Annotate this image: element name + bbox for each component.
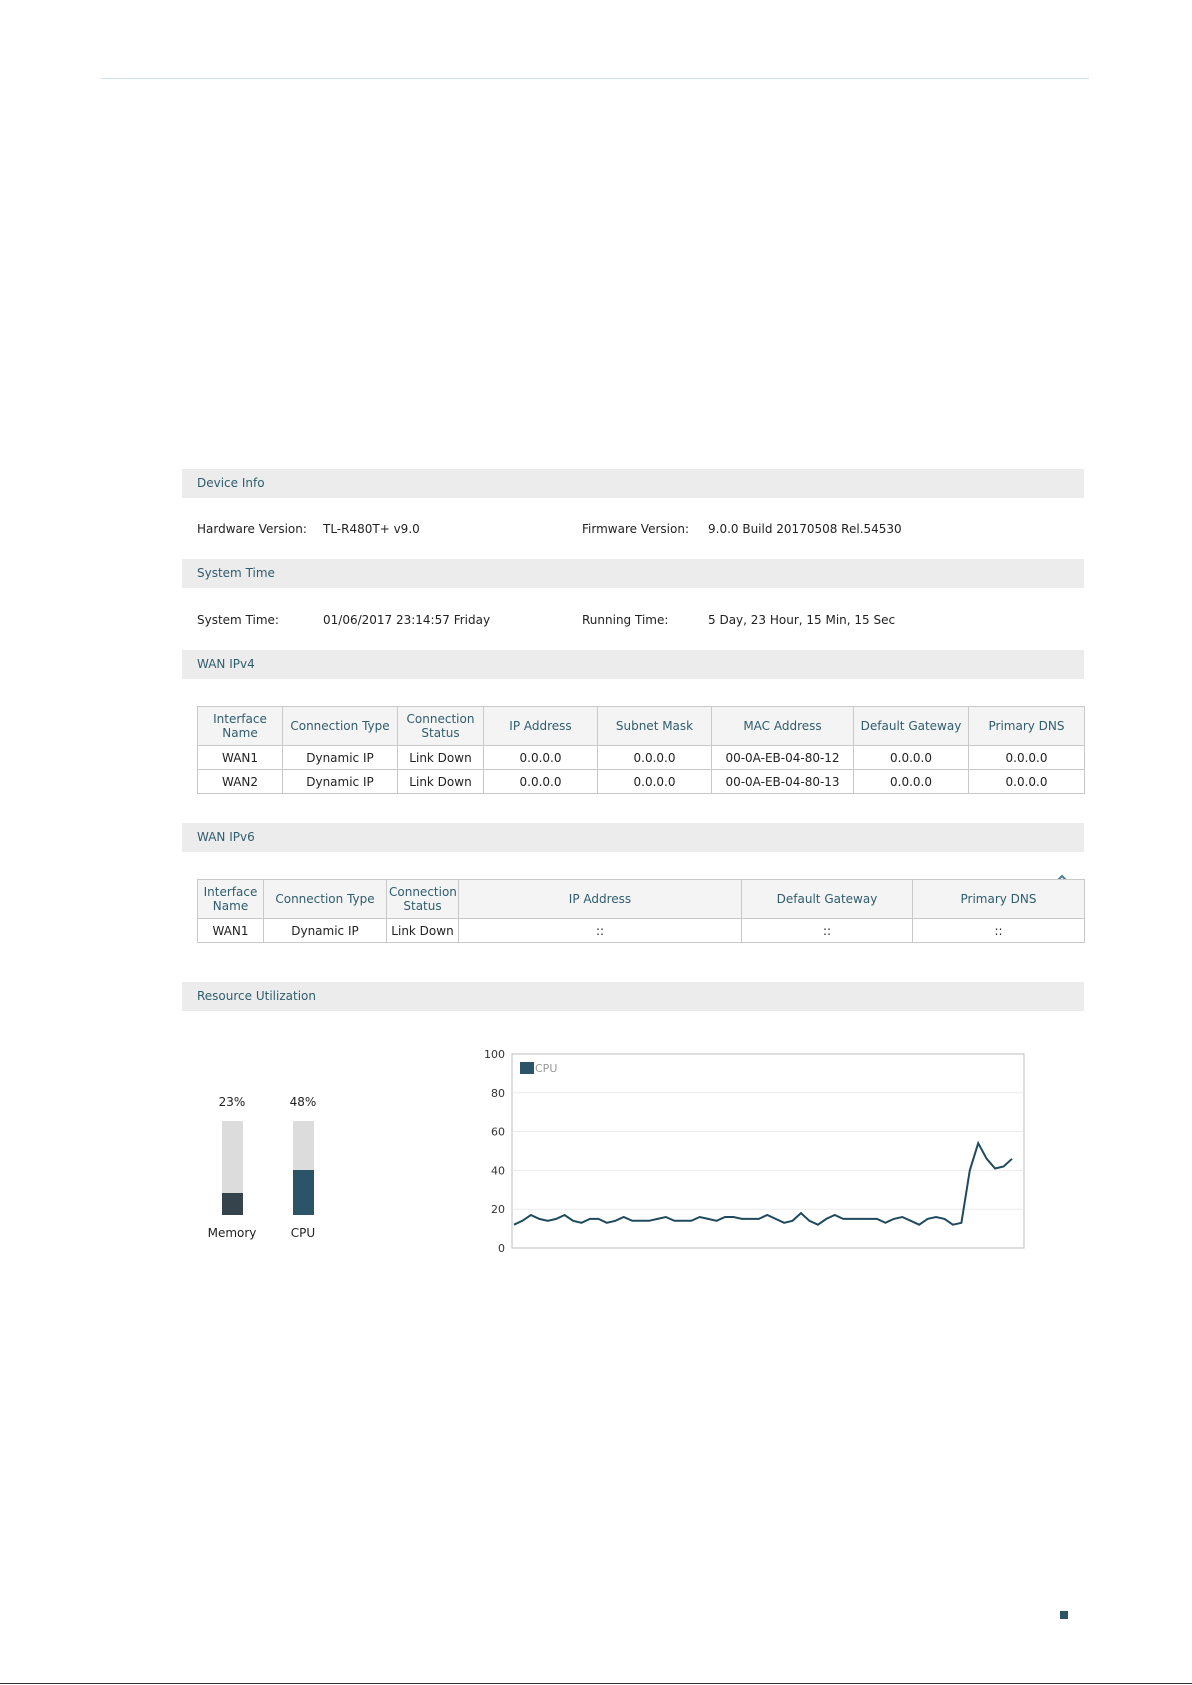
table-cell: 0.0.0.0 — [968, 769, 1085, 794]
memory-bar-fill — [222, 1193, 243, 1215]
table-cell: Dynamic IP — [263, 918, 387, 943]
wan-ipv6-header: WAN IPv6 — [182, 823, 1084, 852]
table-cell: WAN1 — [197, 918, 264, 943]
table-cell: Dynamic IP — [282, 745, 398, 770]
memory-label: Memory — [207, 1226, 257, 1240]
table-cell: Link Down — [386, 918, 459, 943]
legend-label: CPU — [535, 1062, 557, 1075]
page-marker — [1060, 1611, 1068, 1619]
table-cell: 0.0.0.0 — [597, 769, 712, 794]
memory-percent-label: 23% — [218, 1095, 246, 1109]
system-time-header: System Time — [182, 559, 1084, 588]
table-cell: 00-0A-EB-04-80-12 — [711, 745, 854, 770]
firmware-version-value: 9.0.0 Build 20170508 Rel.54530 — [708, 522, 902, 536]
cpu-bar-fill — [293, 1169, 314, 1215]
column-header-mac-address: MAC Address — [711, 706, 854, 746]
cpu-label: CPU — [290, 1226, 316, 1240]
wan-ipv4-table: Interface Name Connection Type Connectio… — [197, 706, 1085, 794]
y-tick-label: 0 — [498, 1242, 505, 1255]
column-header-ip-address: IP Address — [483, 706, 598, 746]
y-tick-label: 60 — [491, 1126, 505, 1139]
table-cell: :: — [912, 918, 1085, 943]
memory-bar-track — [222, 1121, 243, 1215]
column-header-ip-address: IP Address — [458, 879, 742, 919]
wan-ipv4-header: WAN IPv4 — [182, 650, 1084, 679]
table-cell: :: — [458, 918, 742, 943]
column-header-default-gateway: Default Gateway — [741, 879, 913, 919]
table-cell: WAN1 — [197, 745, 283, 770]
table-cell: 00-0A-EB-04-80-13 — [711, 769, 854, 794]
running-time-label: Running Time: — [582, 613, 669, 627]
system-time-label: System Time: — [197, 613, 279, 627]
table-cell: Dynamic IP — [282, 769, 398, 794]
column-header-interface-name: Interface Name — [197, 879, 264, 919]
column-header-primary-dns: Primary DNS — [912, 879, 1085, 919]
y-tick-label: 80 — [491, 1087, 505, 1100]
cpu-bar-track — [293, 1121, 314, 1215]
table-cell: 0.0.0.0 — [968, 745, 1085, 770]
column-header-connection-type: Connection Type — [282, 706, 398, 746]
table-row: WAN2 Dynamic IP Link Down 0.0.0.0 0.0.0.… — [197, 769, 1085, 794]
column-header-connection-status: Connection Status — [397, 706, 484, 746]
table-cell: :: — [741, 918, 913, 943]
table-cell: Link Down — [397, 745, 484, 770]
system-time-value: 01/06/2017 23:14:57 Friday — [323, 613, 491, 627]
table-cell: WAN2 — [197, 769, 283, 794]
device-info-header: Device Info — [182, 469, 1084, 498]
column-header-default-gateway: Default Gateway — [853, 706, 969, 746]
running-time-value: 5 Day, 23 Hour, 15 Min, 15 Sec — [708, 613, 896, 627]
firmware-version-label: Firmware Version: — [582, 522, 689, 536]
bottom-rule — [0, 1683, 1192, 1684]
table-cell: 0.0.0.0 — [483, 745, 598, 770]
hardware-version-value: TL-R480T+ v9.0 — [323, 522, 420, 536]
y-tick-label: 40 — [491, 1164, 505, 1177]
column-header-subnet-mask: Subnet Mask — [597, 706, 712, 746]
y-tick-label: 20 — [491, 1203, 505, 1216]
top-rule — [101, 78, 1089, 79]
table-cell: 0.0.0.0 — [853, 769, 969, 794]
column-header-connection-status: Connection Status — [386, 879, 459, 919]
column-header-primary-dns: Primary DNS — [968, 706, 1085, 746]
table-row: WAN1 Dynamic IP Link Down 0.0.0.0 0.0.0.… — [197, 745, 1085, 770]
legend-swatch — [520, 1062, 534, 1074]
y-tick-label: 100 — [484, 1050, 505, 1061]
table-cell: 0.0.0.0 — [597, 745, 712, 770]
table-row: WAN1 Dynamic IP Link Down :: :: :: — [197, 918, 1085, 943]
column-header-interface-name: Interface Name — [197, 706, 283, 746]
wan-ipv6-table: Interface Name Connection Type Connectio… — [197, 879, 1085, 943]
table-cell: Link Down — [397, 769, 484, 794]
hardware-version-label: Hardware Version: — [197, 522, 307, 536]
table-cell: 0.0.0.0 — [853, 745, 969, 770]
resource-utilization-header: Resource Utilization — [182, 982, 1084, 1011]
cpu-percent-label: 48% — [289, 1095, 317, 1109]
cpu-line-chart: 0 20 40 60 80 100 CPU — [484, 1050, 1025, 1255]
table-cell: 0.0.0.0 — [483, 769, 598, 794]
column-header-connection-type: Connection Type — [263, 879, 387, 919]
